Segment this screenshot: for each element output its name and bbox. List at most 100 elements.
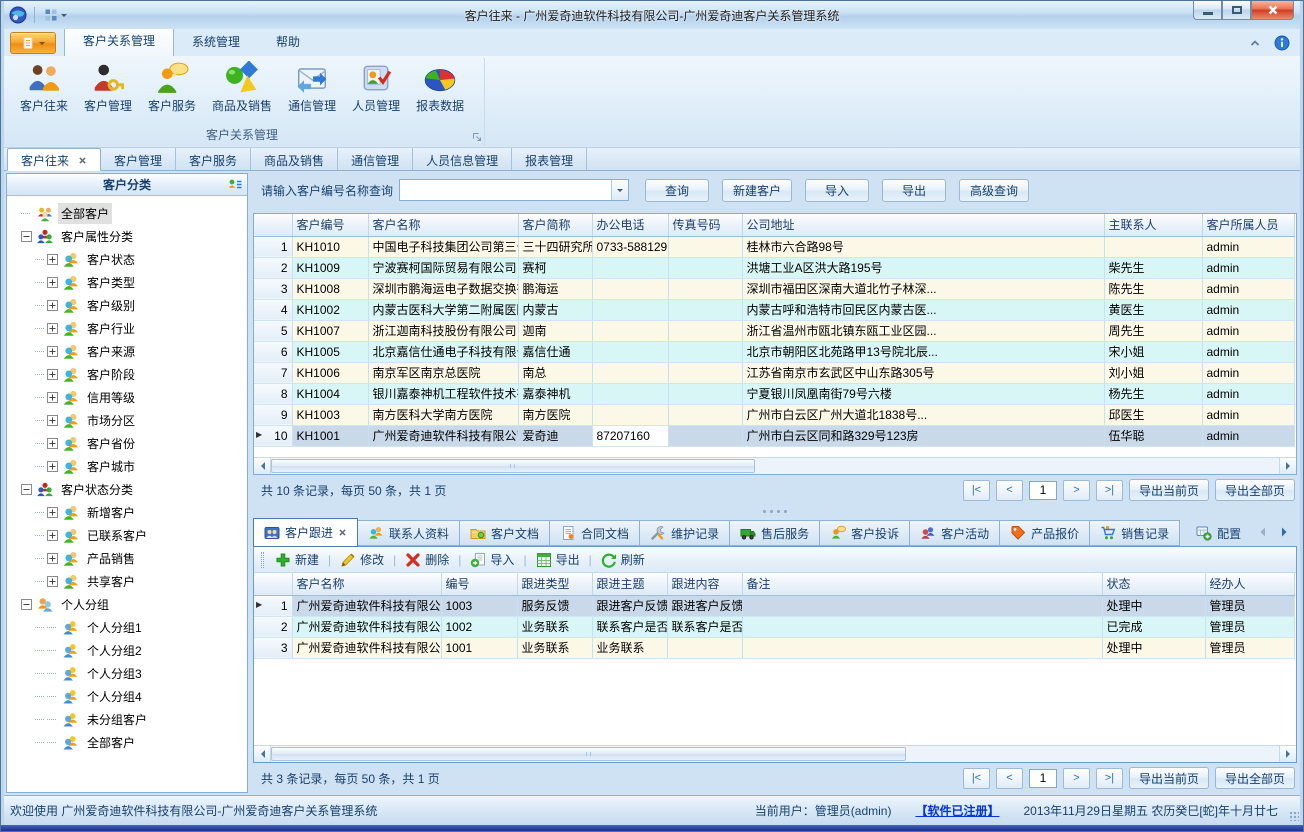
detail-tab[interactable]: 产品报价 xyxy=(1000,520,1090,546)
table-row[interactable]: 2KH1009宁波赛柯国际贸易有限公司赛柯洪塘工业A区洪大路195号柴先生adm… xyxy=(254,257,1294,278)
ribbon-button[interactable]: 商品及销售 xyxy=(206,58,278,124)
detail-tab[interactable]: 客户文档 xyxy=(460,520,550,546)
tree-item[interactable]: 信用等级 xyxy=(7,386,247,409)
tree-item[interactable]: 个人分组 xyxy=(7,593,247,616)
expand-toggle-icon[interactable] xyxy=(47,415,58,426)
tree-item[interactable]: 个人分组1 xyxy=(7,616,247,639)
scroll-right-button[interactable] xyxy=(1279,458,1296,474)
toolbar-button[interactable]: 删除 xyxy=(405,551,449,568)
minimize-button[interactable] xyxy=(1193,1,1222,20)
next-page-button[interactable]: > xyxy=(1063,480,1090,501)
scroll-track[interactable] xyxy=(271,459,1279,473)
prev-page-button[interactable]: < xyxy=(996,480,1023,501)
expand-toggle-icon[interactable] xyxy=(47,300,58,311)
tree-item[interactable]: 个人分组2 xyxy=(7,639,247,662)
next-page-button[interactable]: > xyxy=(1063,768,1090,789)
detail-tab[interactable]: 配置 xyxy=(1186,520,1251,546)
help-info-icon[interactable] xyxy=(1274,35,1290,51)
tree-item[interactable]: 客户级别 xyxy=(7,294,247,317)
toolbar-button[interactable]: 导入 xyxy=(470,551,514,568)
tree-item[interactable]: 未分组客户 xyxy=(7,708,247,731)
page-number-input[interactable] xyxy=(1029,481,1057,500)
quick-access-toolbar[interactable] xyxy=(41,6,70,24)
doc-tab[interactable]: 客户往来 xyxy=(7,148,101,171)
expand-toggle-icon[interactable] xyxy=(47,553,58,564)
detail-tab[interactable]: 联系人资料 xyxy=(358,520,460,546)
expand-toggle-icon[interactable] xyxy=(47,507,58,518)
column-header[interactable]: 办公电话 xyxy=(592,214,668,236)
table-row[interactable]: 8KH1004银川嘉泰神机工程软件技术有限公司嘉泰神机宁夏银川凤凰南街79号六楼… xyxy=(254,383,1294,404)
app-logo-icon[interactable] xyxy=(8,5,28,25)
toolbar-button[interactable]: 新建 xyxy=(275,551,319,568)
tree-item[interactable]: 个人分组4 xyxy=(7,685,247,708)
resize-grip[interactable] xyxy=(1289,811,1299,821)
toolbar-button[interactable]: 修改 xyxy=(340,551,384,568)
query-button[interactable]: 导入 xyxy=(805,179,869,202)
export-current-page-button[interactable]: 导出当前页 xyxy=(1129,479,1209,501)
column-header[interactable]: 客户名称 xyxy=(292,573,441,595)
ribbon-button[interactable]: 报表数据 xyxy=(410,58,470,124)
scroll-thumb[interactable] xyxy=(271,747,906,761)
detail-tab[interactable]: 客户跟进 xyxy=(253,518,358,547)
expand-toggle-icon[interactable] xyxy=(47,254,58,265)
ribbon-tab-item[interactable]: 帮助 xyxy=(258,28,318,56)
combo-dropdown-button[interactable] xyxy=(611,180,628,200)
doc-tab[interactable]: 客户服务 xyxy=(176,148,251,170)
query-button[interactable]: 高级查询 xyxy=(959,179,1029,202)
tree-item[interactable]: 全部客户 xyxy=(7,202,247,225)
scroll-thumb[interactable] xyxy=(271,459,755,473)
dialog-launcher-icon[interactable] xyxy=(471,131,483,143)
query-button[interactable]: 查询 xyxy=(645,179,709,202)
tree-item[interactable]: 产品销售 xyxy=(7,547,247,570)
table-row[interactable]: 3KH1008深圳市鹏海运电子数据交换有限公司鹏海运深圳市福田区深南大道北竹子林… xyxy=(254,278,1294,299)
column-header[interactable]: 公司地址 xyxy=(742,214,1104,236)
ribbon-tab-item[interactable]: 系统管理 xyxy=(174,28,258,56)
column-header[interactable]: 跟进内容 xyxy=(667,573,742,595)
tree-item[interactable]: 个人分组3 xyxy=(7,662,247,685)
maximize-button[interactable] xyxy=(1222,1,1251,20)
detail-tab[interactable]: 售后服务 xyxy=(730,520,820,546)
doc-tab[interactable]: 商品及销售 xyxy=(251,148,338,170)
table-row[interactable]: 9KH1003南方医科大学南方医院南方医院广州市白云区广州大道北1838号...… xyxy=(254,404,1294,425)
column-header[interactable]: 经办人 xyxy=(1205,573,1294,595)
page-number-input[interactable] xyxy=(1029,769,1057,788)
ribbon-button[interactable]: 客户管理 xyxy=(78,58,138,124)
table-row[interactable]: 7KH1006南京军区南京总医院南总江苏省南京市玄武区中山东路305号刘小姐ad… xyxy=(254,362,1294,383)
horizontal-splitter[interactable] xyxy=(253,505,1297,517)
category-settings-icon[interactable] xyxy=(227,177,243,193)
detail-tab[interactable]: 合同文档 xyxy=(550,520,640,546)
close-button[interactable] xyxy=(1251,1,1294,20)
table-row[interactable]: 6KH1005北京嘉信仕通电子科技有限公司嘉信仕通北京市朝阳区北苑路甲13号院北… xyxy=(254,341,1294,362)
collapse-ribbon-icon[interactable] xyxy=(1248,36,1262,50)
column-header[interactable]: 传真号码 xyxy=(668,214,742,236)
toolbar-grip[interactable] xyxy=(261,552,264,568)
last-page-button[interactable]: >| xyxy=(1096,480,1123,501)
column-header[interactable]: 跟进主题 xyxy=(592,573,667,595)
tree-item[interactable]: 客户来源 xyxy=(7,340,247,363)
column-header[interactable]: 编号 xyxy=(441,573,517,595)
ribbon-button[interactable]: 客户往来 xyxy=(14,58,74,124)
export-all-pages-button[interactable]: 导出全部页 xyxy=(1215,479,1295,501)
tree-item[interactable]: 共享客户 xyxy=(7,570,247,593)
collapse-toggle-icon[interactable] xyxy=(21,484,32,495)
expand-toggle-icon[interactable] xyxy=(47,277,58,288)
detail-tab[interactable]: 客户投诉 xyxy=(820,520,910,546)
expand-toggle-icon[interactable] xyxy=(47,369,58,380)
tree-item[interactable]: 客户省份 xyxy=(7,432,247,455)
table-row[interactable]: ▶10KH1001广州爱奇迪软件科技有限公司爱奇迪87207160广州市白云区同… xyxy=(254,425,1294,446)
tree-item[interactable]: 客户状态分类 xyxy=(7,478,247,501)
prev-page-button[interactable]: < xyxy=(996,768,1023,789)
column-header[interactable]: 客户编号 xyxy=(292,214,368,236)
tree-item[interactable]: 客户行业 xyxy=(7,317,247,340)
tree-item[interactable]: 已联系客户 xyxy=(7,524,247,547)
toolbar-button[interactable]: 刷新 xyxy=(601,551,645,568)
scroll-left-button[interactable] xyxy=(254,746,271,762)
tree-item[interactable]: 客户类型 xyxy=(7,271,247,294)
scroll-track[interactable] xyxy=(271,747,1279,761)
scroll-right-button[interactable] xyxy=(1279,746,1296,762)
detail-tab[interactable]: 维护记录 xyxy=(640,520,730,546)
collapse-toggle-icon[interactable] xyxy=(21,599,32,610)
first-page-button[interactable]: |< xyxy=(963,480,990,501)
table-row[interactable]: 5KH1007浙江迦南科技股份有限公司迦南浙江省温州市瓯北镇东瓯工业区园...周… xyxy=(254,320,1294,341)
tree-item[interactable]: 新增客户 xyxy=(7,501,247,524)
